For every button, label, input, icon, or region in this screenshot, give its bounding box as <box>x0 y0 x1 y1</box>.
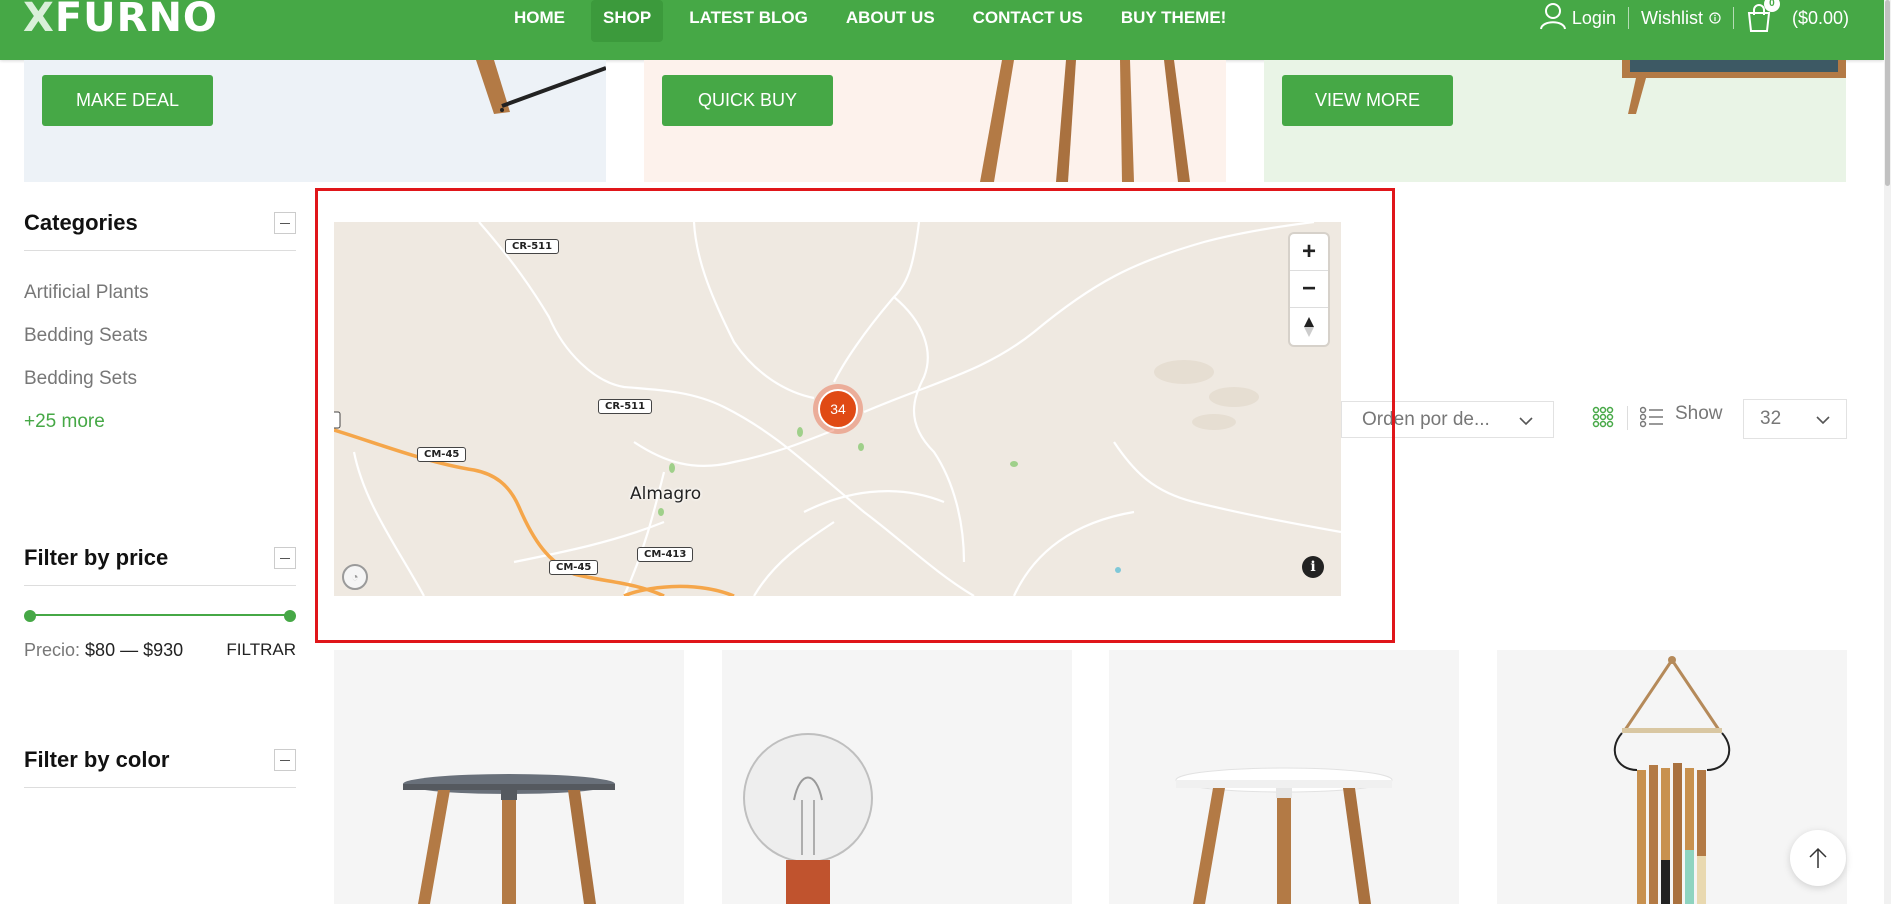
side-table-image <box>403 774 615 904</box>
cart-link[interactable]: 0 ($0.00) <box>1746 0 1849 32</box>
view-more-button[interactable]: VIEW MORE <box>1282 75 1453 126</box>
price-slider <box>24 610 296 622</box>
collapse-price-button[interactable] <box>274 547 296 569</box>
main-nav: HOME SHOP LATEST BLOG ABOUT US CONTACT U… <box>502 0 1252 42</box>
wishlist-label: Wishlist <box>1640 7 1703 28</box>
price-max-handle[interactable] <box>284 610 296 622</box>
login-label: Login <box>1571 7 1616 28</box>
categories-widget-header: Categories <box>24 210 296 251</box>
cart-total: ($0.00) <box>1791 7 1849 28</box>
wishlist-link[interactable]: Wishlist <box>1641 8 1721 29</box>
price-slider-track <box>30 614 290 616</box>
chevron-down-icon <box>1519 409 1533 431</box>
bulb-lamp-image <box>743 733 873 904</box>
show-label: Show <box>1675 403 1723 424</box>
per-page-select[interactable]: 32 <box>1743 399 1847 439</box>
product-card[interactable] <box>334 650 684 904</box>
chevron-down-icon <box>1816 408 1830 430</box>
product-card[interactable] <box>1109 650 1459 904</box>
price-min-handle[interactable] <box>24 610 36 622</box>
color-filter-widget: Filter by color <box>24 747 296 788</box>
divider <box>1627 406 1628 430</box>
nav-home[interactable]: HOME <box>502 0 577 42</box>
price-widget-header: Filter by price <box>24 545 296 586</box>
categories-title: Categories <box>24 210 138 235</box>
category-list: Artificial Plants Bedding Seats Bedding … <box>24 271 296 443</box>
category-item[interactable]: Bedding Seats <box>24 314 296 357</box>
login-link[interactable]: Login <box>1539 2 1616 35</box>
grid-view-icon[interactable] <box>1592 406 1614 433</box>
cart-count-badge: 0 <box>1763 0 1780 12</box>
product-card[interactable] <box>722 650 1072 904</box>
collapse-categories-button[interactable] <box>274 212 296 234</box>
collapse-color-button[interactable] <box>274 749 296 771</box>
page-scrollbar[interactable] <box>1884 0 1891 904</box>
list-view-icon[interactable] <box>1639 406 1664 433</box>
price-filter-widget: Filter by price Precio: $80 — $930 FILTR… <box>24 545 296 661</box>
user-icon <box>1539 2 1566 35</box>
site-logo[interactable]: XFURNO <box>23 0 218 42</box>
price-row: Precio: $80 — $930 FILTRAR <box>24 640 296 661</box>
category-item[interactable]: Artificial Plants <box>24 271 296 314</box>
nav-latest-blog[interactable]: LATEST BLOG <box>677 0 820 42</box>
divider <box>1627 7 1629 29</box>
price-filter-title: Filter by price <box>24 545 169 570</box>
price-range-value: $80 — $930 <box>85 640 184 660</box>
header-actions: Login Wishlist 0 ($0.00) <box>1539 0 1849 36</box>
color-filter-title: Filter by color <box>24 747 170 772</box>
arrow-up-icon <box>1809 847 1827 868</box>
per-page-value: 32 <box>1760 408 1782 429</box>
info-icon <box>1709 8 1721 29</box>
nav-shop[interactable]: SHOP <box>591 0 664 42</box>
back-to-top-button[interactable] <box>1790 830 1846 886</box>
nav-buy-theme[interactable]: BUY THEME! <box>1109 0 1238 42</box>
nav-about-us[interactable]: ABOUT US <box>834 0 947 42</box>
category-item[interactable]: Bedding Sets <box>24 357 296 400</box>
site-header: XFURNO HOME SHOP LATEST BLOG ABOUT US CO… <box>0 0 1884 60</box>
shop-sidebar: Categories Artificial Plants Bedding Sea… <box>24 210 296 788</box>
filter-button[interactable]: FILTRAR <box>226 640 296 661</box>
scrollbar-thumb[interactable] <box>1885 0 1890 186</box>
more-categories-link[interactable]: +25 more <box>24 400 296 443</box>
nav-contact-us[interactable]: CONTACT US <box>961 0 1095 42</box>
promo-banner-1: MAKE DEAL <box>24 60 606 182</box>
color-widget-header: Filter by color <box>24 747 296 788</box>
white-side-table-image <box>1175 767 1393 904</box>
map-highlight-frame <box>315 188 1395 643</box>
promo-banner-3: VIEW MORE <box>1264 60 1846 182</box>
quick-buy-button[interactable]: QUICK BUY <box>662 75 833 126</box>
divider <box>1732 7 1734 29</box>
cart-icon: 0 <box>1746 0 1780 32</box>
price-readout: Precio: $80 — $930 <box>24 640 184 660</box>
promo-banner-2: QUICK BUY <box>644 60 1226 182</box>
make-deal-button[interactable]: MAKE DEAL <box>42 75 213 126</box>
